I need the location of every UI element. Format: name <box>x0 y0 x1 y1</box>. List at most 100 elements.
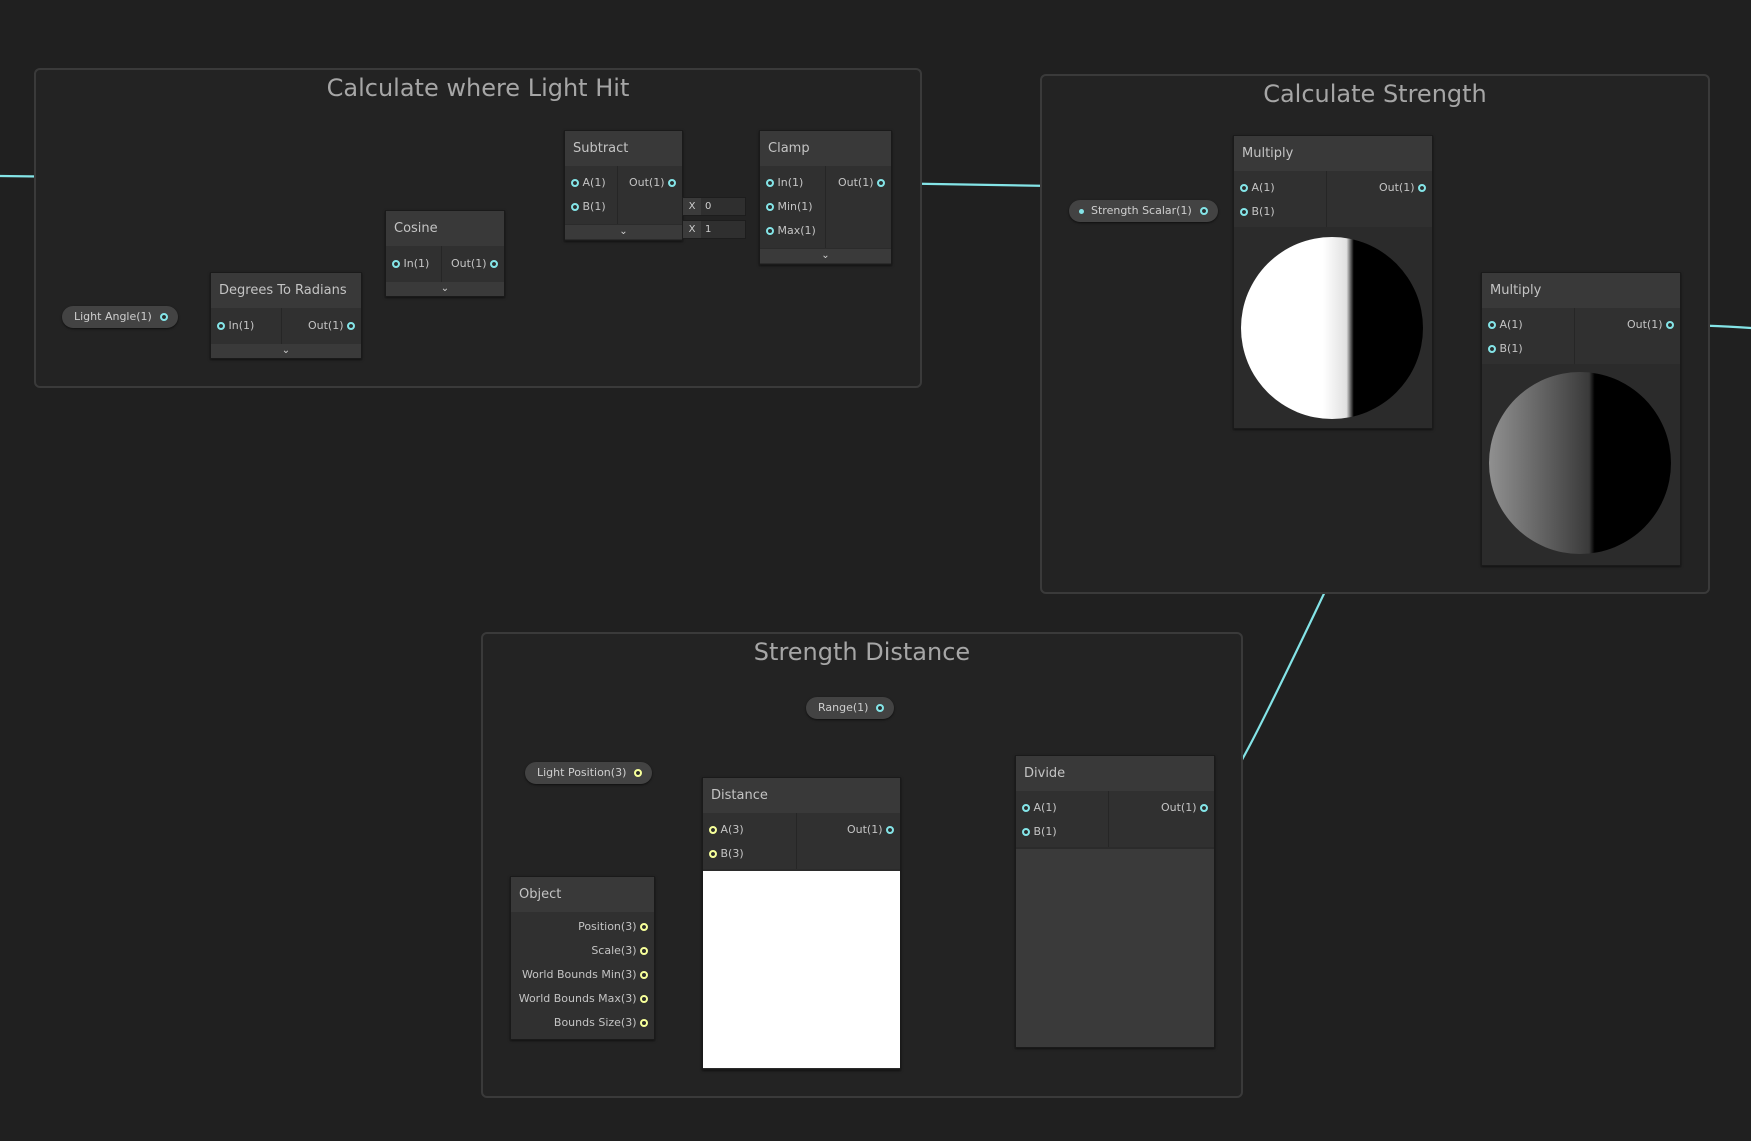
port-label: A(1) <box>1251 181 1275 194</box>
port-label: Out(1) <box>1626 318 1663 331</box>
input-port-icon[interactable] <box>766 227 774 235</box>
node-title: Distance <box>703 778 900 813</box>
port-label: Out(1) <box>1160 801 1197 814</box>
port-label: Position(3) <box>578 920 637 933</box>
port-label: B(1) <box>1033 825 1057 838</box>
collapse-chevron-icon[interactable]: ⌄ <box>211 344 361 358</box>
clamp-min-field[interactable]: X0 <box>682 197 746 216</box>
output-port-icon[interactable] <box>634 769 643 777</box>
property-strength-scalar[interactable]: Strength Scalar(1) <box>1069 200 1218 222</box>
property-range[interactable]: Range(1) <box>806 697 895 719</box>
node-clamp[interactable]: Clamp In(1) Min(1) Max(1) Out(1) ⌄ <box>759 130 892 265</box>
port-label: A(3) <box>720 823 744 836</box>
output-port-icon[interactable] <box>347 322 355 330</box>
input-port-icon[interactable] <box>709 826 717 834</box>
node-title: Clamp <box>760 131 891 166</box>
port-label: B(3) <box>720 847 744 860</box>
node-title: Multiply <box>1482 273 1680 308</box>
node-distance[interactable]: Distance A(3) B(3) Out(1) <box>702 777 901 1070</box>
input-port-icon[interactable] <box>766 179 774 187</box>
node-object[interactable]: Object Position(3) Scale(3) World Bounds… <box>510 876 655 1040</box>
output-port-icon[interactable] <box>1666 321 1674 329</box>
port-label: Out(1) <box>846 823 883 836</box>
group-title: Calculate Strength <box>1263 80 1487 108</box>
property-label: Range(1) <box>818 701 869 714</box>
node-subtract[interactable]: Subtract A(1) B(1) Out(1) ⌄ <box>564 130 683 241</box>
output-port-icon[interactable] <box>490 260 498 268</box>
property-light-angle[interactable]: Light Angle(1) <box>62 306 178 328</box>
output-port-icon[interactable] <box>876 704 885 712</box>
port-label: A(1) <box>582 176 606 189</box>
node-title: Object <box>511 877 654 912</box>
collapse-chevron-icon[interactable]: ⌄ <box>386 282 504 296</box>
port-label: B(1) <box>1251 205 1275 218</box>
preview-sphere <box>1482 366 1680 565</box>
output-port-icon[interactable] <box>640 923 648 931</box>
port-label: Scale(3) <box>591 944 637 957</box>
output-port-icon[interactable] <box>877 179 885 187</box>
collapse-chevron-icon[interactable]: ⌄ <box>565 225 682 239</box>
group-title: Calculate where Light Hit <box>326 74 630 102</box>
field-value[interactable]: 1 <box>701 224 711 235</box>
port-label: Min(1) <box>777 200 813 213</box>
node-title: Degrees To Radians <box>211 273 361 308</box>
input-port-icon[interactable] <box>392 260 400 268</box>
axis-label: X <box>683 221 701 238</box>
input-port-icon[interactable] <box>766 203 774 211</box>
port-label: Out(1) <box>1378 181 1415 194</box>
input-port-icon[interactable] <box>1240 208 1248 216</box>
port-label: World Bounds Max(3) <box>518 992 637 1005</box>
output-port-icon[interactable] <box>1199 207 1208 215</box>
node-degrees-to-radians[interactable]: Degrees To Radians In(1) Out(1) ⌄ <box>210 272 362 359</box>
input-port-icon[interactable] <box>1022 828 1030 836</box>
output-port-icon[interactable] <box>886 826 894 834</box>
field-value[interactable]: 0 <box>701 201 711 212</box>
node-title: Cosine <box>386 211 504 246</box>
output-port-icon[interactable] <box>159 313 168 321</box>
port-label: In(1) <box>403 257 430 270</box>
preview-sphere <box>1234 229 1432 428</box>
input-port-icon[interactable] <box>571 179 579 187</box>
input-port-icon[interactable] <box>1240 184 1248 192</box>
axis-label: X <box>683 198 701 215</box>
port-label: In(1) <box>228 319 255 332</box>
node-multiply-2[interactable]: Multiply A(1) B(1) Out(1) <box>1481 272 1681 566</box>
port-label: Out(1) <box>307 319 344 332</box>
property-label: Light Position(3) <box>537 766 627 779</box>
preview-dark <box>1016 849 1214 1047</box>
property-label: Strength Scalar(1) <box>1091 204 1192 217</box>
output-port-icon[interactable] <box>640 1019 648 1027</box>
preview-white <box>703 871 900 1068</box>
collapse-chevron-icon[interactable]: ⌄ <box>760 249 891 263</box>
port-label: Max(1) <box>777 224 816 237</box>
input-port-icon[interactable] <box>1022 804 1030 812</box>
clamp-max-field[interactable]: X1 <box>682 220 746 239</box>
output-port-icon[interactable] <box>640 995 648 1003</box>
node-title: Multiply <box>1234 136 1432 171</box>
output-port-icon[interactable] <box>640 971 648 979</box>
port-label: B(1) <box>582 200 606 213</box>
input-port-icon[interactable] <box>571 203 579 211</box>
port-label: A(1) <box>1499 318 1523 331</box>
port-label: Bounds Size(3) <box>553 1016 637 1029</box>
input-port-icon[interactable] <box>1488 321 1496 329</box>
node-title: Divide <box>1016 756 1214 791</box>
port-label: A(1) <box>1033 801 1057 814</box>
port-label: Out(1) <box>450 257 487 270</box>
node-multiply-1[interactable]: Multiply A(1) B(1) Out(1) <box>1233 135 1433 429</box>
input-port-icon[interactable] <box>1488 345 1496 353</box>
input-port-icon[interactable] <box>709 850 717 858</box>
property-light-position[interactable]: Light Position(3) <box>525 762 653 784</box>
port-label: Out(1) <box>628 176 665 189</box>
output-port-icon[interactable] <box>668 179 676 187</box>
property-dot-icon <box>1079 209 1084 214</box>
node-cosine[interactable]: Cosine In(1) Out(1) ⌄ <box>385 210 505 297</box>
output-port-icon[interactable] <box>640 947 648 955</box>
node-divide[interactable]: Divide A(1) B(1) Out(1) <box>1015 755 1215 1048</box>
input-port-icon[interactable] <box>217 322 225 330</box>
port-label: Out(1) <box>837 176 874 189</box>
output-port-icon[interactable] <box>1418 184 1426 192</box>
port-label: World Bounds Min(3) <box>521 968 637 981</box>
node-title: Subtract <box>565 131 682 166</box>
output-port-icon[interactable] <box>1200 804 1208 812</box>
